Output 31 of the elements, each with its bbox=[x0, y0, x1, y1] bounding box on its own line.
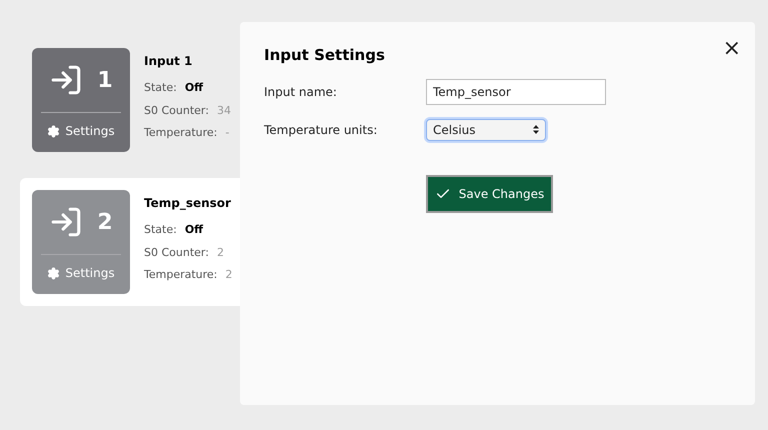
field-label: State: bbox=[144, 80, 177, 96]
gear-icon bbox=[47, 266, 60, 280]
input-card[interactable]: 1 Settings Input 1 State: Off S0 Counter: 34 Temperature: - bbox=[20, 36, 240, 164]
field-value: 2 bbox=[225, 267, 232, 283]
input-name: Temp_sensor bbox=[144, 195, 232, 212]
field-value: 2 bbox=[216, 244, 224, 260]
input-icon bbox=[49, 63, 84, 97]
gear-icon bbox=[47, 124, 60, 138]
input-number: 1 bbox=[97, 66, 113, 94]
field-label: Temperature: bbox=[144, 125, 218, 141]
field-label: S0 Counter: bbox=[144, 102, 209, 118]
settings-button[interactable]: Settings bbox=[47, 113, 115, 149]
input-icon bbox=[49, 205, 84, 239]
input-name-field[interactable]: Temp_sensor bbox=[426, 78, 606, 104]
input-card[interactable]: 2 Settings Temp_sensor State: Off S0 Counter: 2 Temperature: 2 bbox=[20, 178, 240, 306]
field-label: Temperature: bbox=[144, 267, 218, 283]
units-select[interactable]: Celsius bbox=[426, 118, 546, 140]
close-button[interactable]: × bbox=[722, 32, 741, 65]
field-label: State: bbox=[144, 222, 177, 238]
field-label: S0 Counter: bbox=[144, 244, 209, 260]
field-label: Temperature units: bbox=[264, 122, 378, 138]
stepper-icon bbox=[533, 125, 539, 134]
input-name: Input 1 bbox=[144, 53, 194, 70]
field-value: Off bbox=[184, 80, 204, 96]
input-number: 2 bbox=[97, 208, 113, 236]
dialog-title: Input Settings bbox=[264, 45, 385, 66]
field-value: 34 bbox=[216, 102, 231, 118]
field-label: Input name: bbox=[264, 84, 338, 100]
field-value: Off bbox=[184, 222, 204, 238]
field-value: - bbox=[225, 125, 230, 141]
save-button[interactable]: Save Changes bbox=[426, 174, 553, 212]
